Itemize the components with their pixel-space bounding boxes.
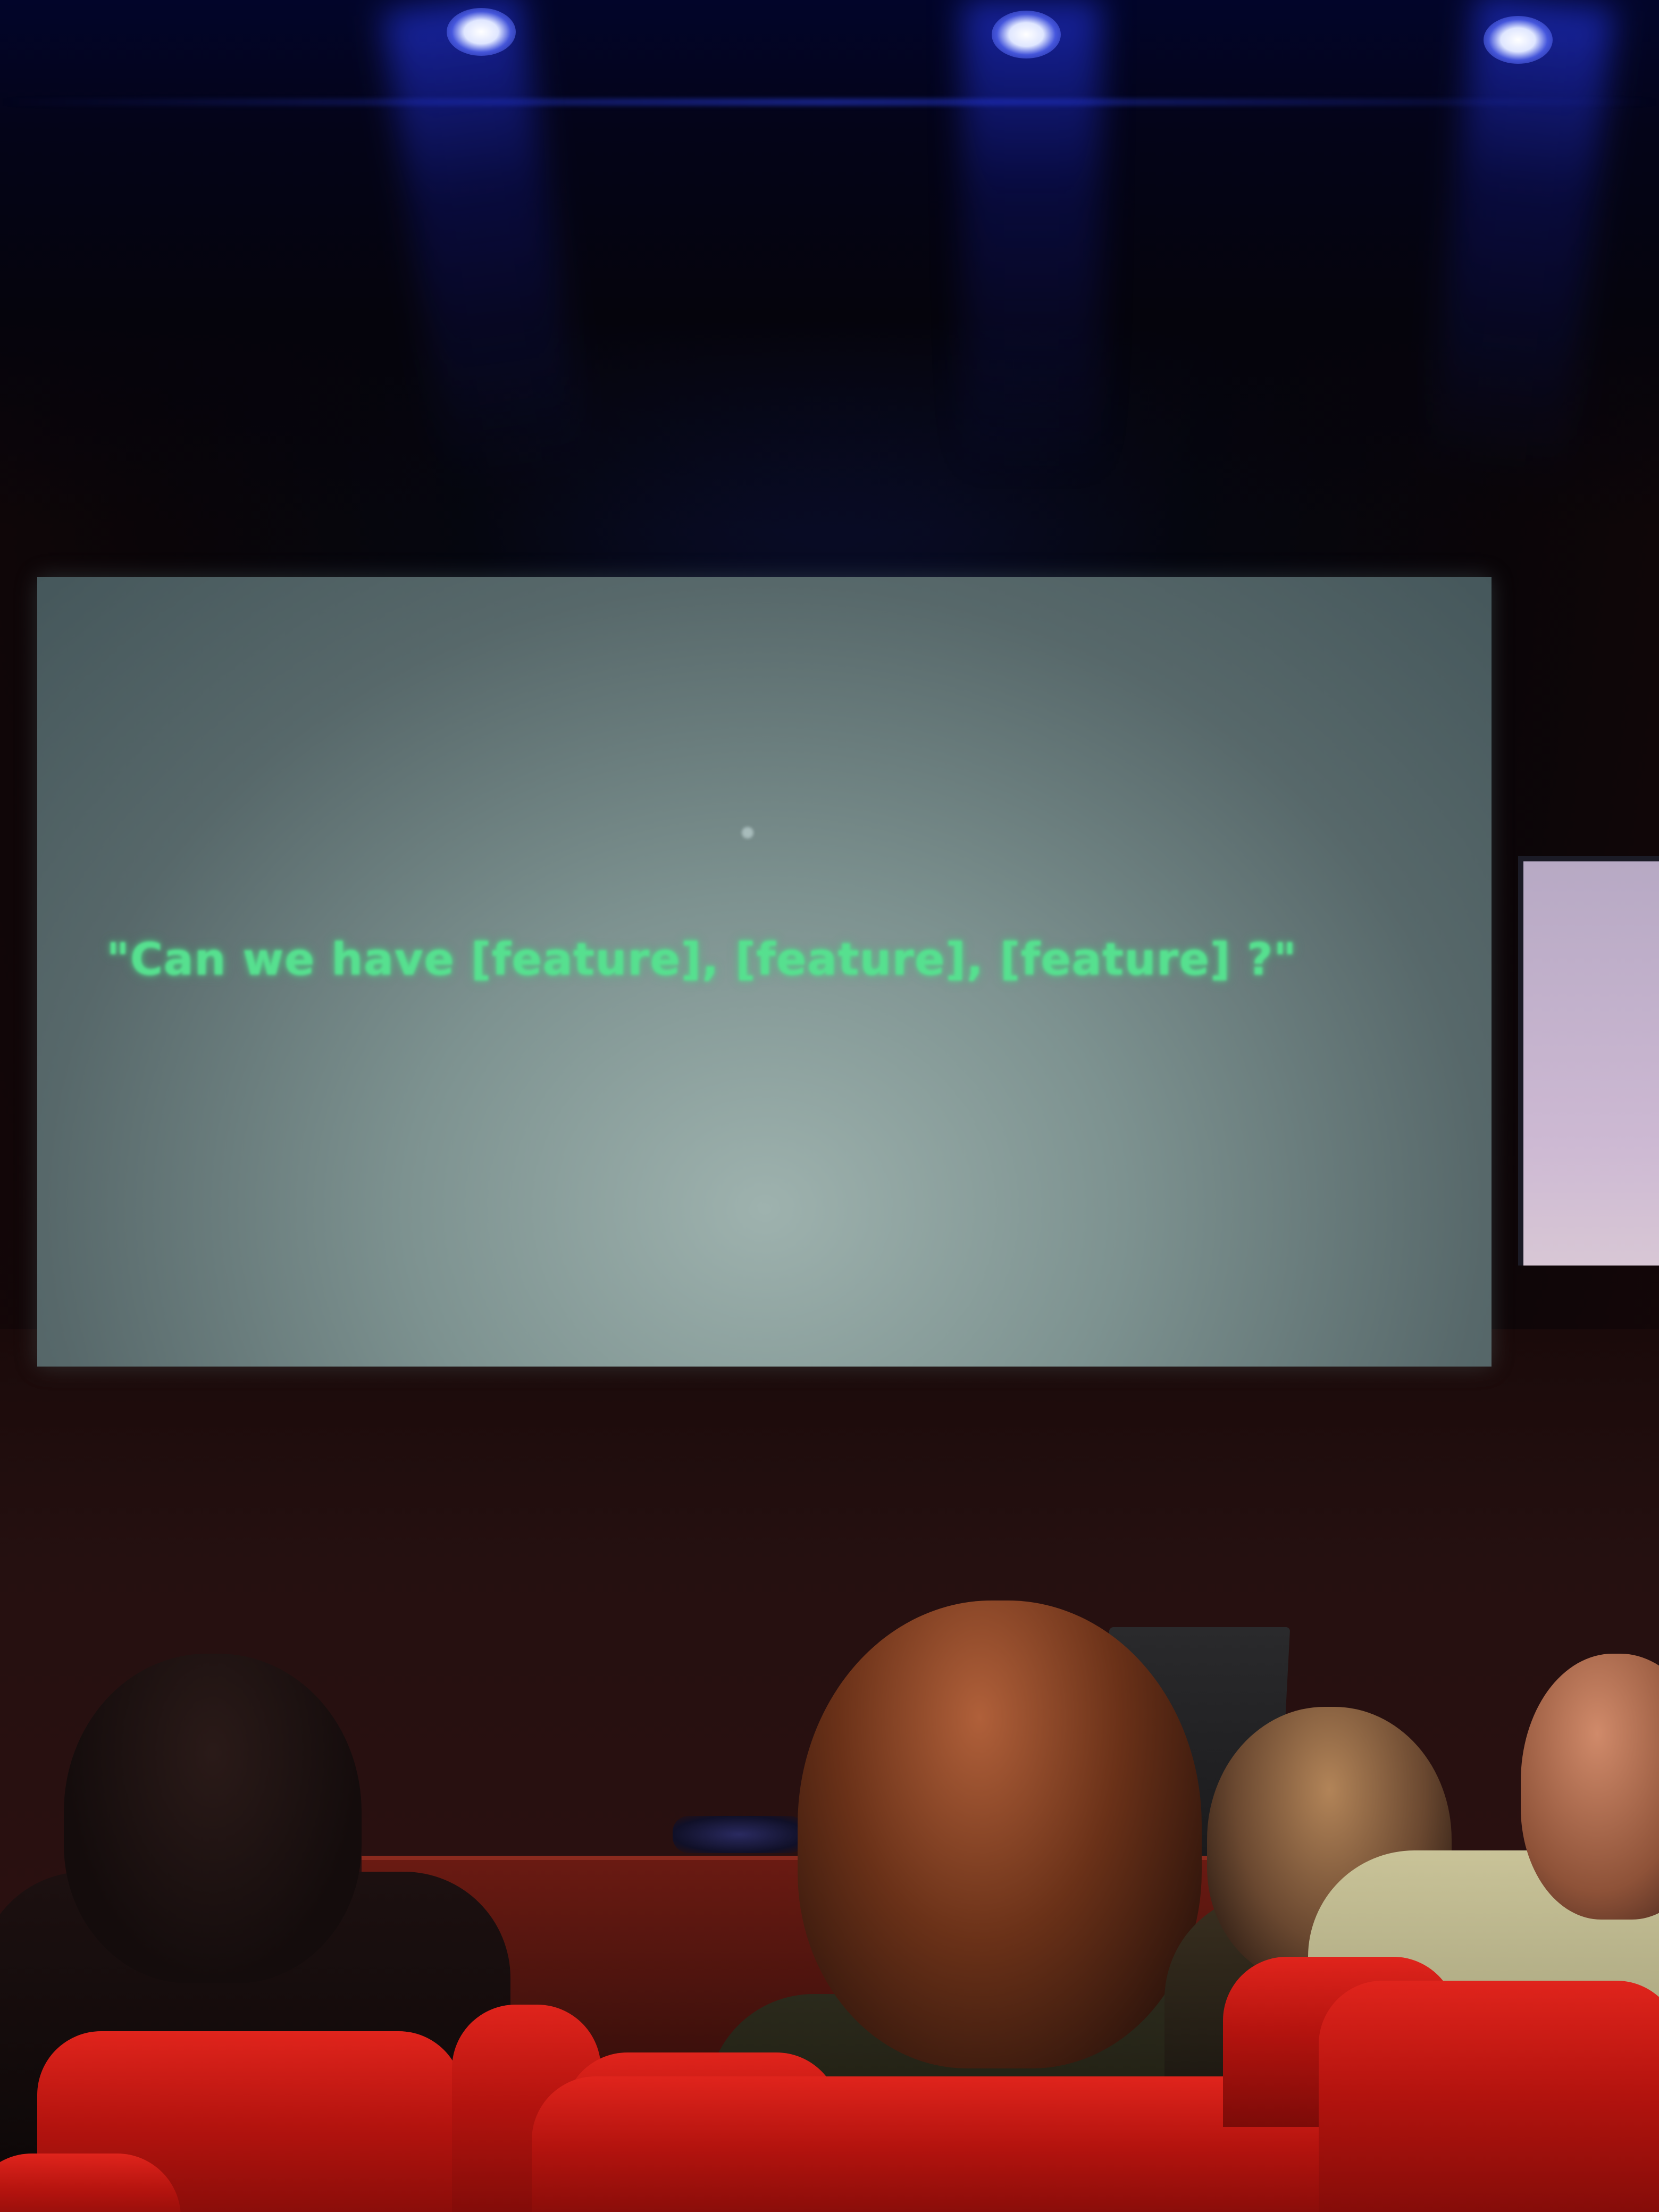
stage-spotlight [1484, 16, 1553, 64]
desk-items [673, 1816, 806, 1853]
audience-head [798, 1601, 1202, 2068]
side-monitor [1518, 856, 1659, 1266]
slide-text: "Can we have [feature], [feature], [feat… [106, 933, 1297, 985]
lighting-rig [0, 98, 1659, 106]
projection-screen: "Can we have [feature], [feature], [feat… [37, 577, 1492, 1367]
auditorium-scene: "Can we have [feature], [feature], [feat… [0, 0, 1659, 2212]
laser-pointer-dot [742, 827, 753, 839]
ceiling [0, 0, 1659, 532]
stage-spotlight [992, 11, 1061, 58]
light-beam [962, 0, 1101, 479]
audience-head [64, 1654, 362, 1983]
stage-spotlight [447, 8, 516, 56]
audience-seat [1319, 1981, 1659, 2212]
